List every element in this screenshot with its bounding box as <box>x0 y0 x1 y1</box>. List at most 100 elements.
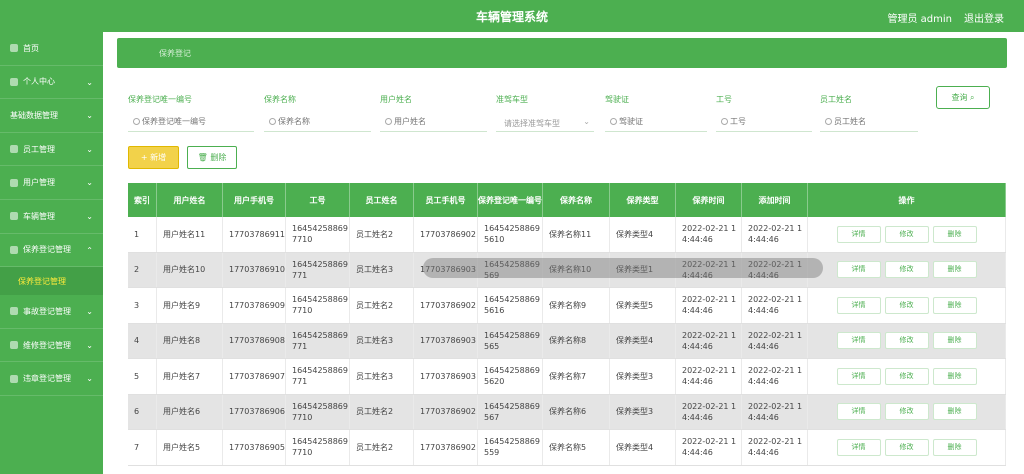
sidebar-item-accidents[interactable]: 事故登记管理 ⌄ <box>0 295 103 329</box>
add-label: 新增 <box>150 153 167 162</box>
add-button[interactable]: + 新增 <box>128 146 179 169</box>
employee-name-input[interactable] <box>820 112 918 132</box>
cell-created-time: 2022-02-21 14:44:46 <box>742 394 808 429</box>
cell-employee-name: 员工姓名2 <box>350 288 414 323</box>
admin-label: 管理员 admin <box>887 14 952 25</box>
cell-user-name: 用户姓名6 <box>157 394 223 429</box>
sidebar-subitem-maintenance-manage[interactable]: 保养登记管理 <box>0 267 103 296</box>
cell-index: 7 <box>128 430 157 465</box>
detail-button[interactable]: 详情 <box>836 296 881 314</box>
cell-index: 1 <box>128 217 157 252</box>
header-user-phone: 用户手机号 <box>223 183 286 217</box>
cell-maintenance-time: 2022-02-21 14:44:46 <box>676 430 742 465</box>
delete-button[interactable]: 删除 <box>932 332 977 350</box>
sidebar-item-label: 首页 <box>23 43 39 53</box>
cell-created-time: 2022-02-21 14:44:46 <box>742 288 808 323</box>
cell-created-time: 2022-02-21 14:44:46 <box>742 430 808 465</box>
query-button[interactable]: 查询 ⌕ <box>936 86 990 109</box>
delete-button[interactable]: 删除 <box>932 261 977 279</box>
detail-button[interactable]: 详情 <box>836 261 881 279</box>
plus-icon: + <box>140 153 148 162</box>
chevron-down-icon: ⌄ <box>86 77 93 87</box>
delete-button[interactable]: 删除 <box>932 403 977 421</box>
chevron-down-icon: ⌄ <box>86 111 93 121</box>
sidebar-item-vehicles[interactable]: 车辆管理 ⌄ <box>0 200 103 234</box>
detail-button[interactable]: 详情 <box>836 438 881 456</box>
cell-maintenance-time: 2022-02-21 14:44:46 <box>676 288 742 323</box>
sidebar-item-label: 车辆管理 <box>23 211 55 221</box>
edit-button[interactable]: 修改 <box>884 261 929 279</box>
chevron-down-icon: ⌄ <box>86 340 93 350</box>
breadcrumb: 保养登记 <box>117 38 1007 68</box>
sidebar-item-label: 用户管理 <box>23 178 55 188</box>
sidebar-item-maintenance[interactable]: 保养登记管理 ⌃ <box>0 234 103 268</box>
sidebar-item-label: 员工管理 <box>23 144 55 154</box>
header-index: 索引 <box>128 183 157 217</box>
detail-button[interactable]: 详情 <box>836 332 881 350</box>
vehicle-type-select[interactable]: 请选择准驾车型 ⌄ <box>496 112 594 132</box>
edit-button[interactable]: 修改 <box>884 367 929 385</box>
delete-button[interactable]: 删除 <box>932 367 977 385</box>
row-actions: 详情 修改 删除 <box>808 359 1006 394</box>
table-body: 1 用户姓名11 17703786911 164542588697710 员工姓名2 17… <box>128 217 1006 466</box>
sidebar-item-users[interactable]: 用户管理 ⌄ <box>0 166 103 200</box>
flag-icon <box>10 374 18 383</box>
chevron-down-icon: ⌄ <box>86 178 93 188</box>
user-name-input[interactable] <box>380 112 487 132</box>
sidebar-item-profile[interactable]: 个人中心 ⌄ <box>0 66 103 100</box>
edit-button[interactable]: 修改 <box>884 296 929 314</box>
logout-link[interactable]: 退出登录 <box>964 10 1004 25</box>
cell-employee-name: 员工姓名3 <box>350 359 414 394</box>
cell-employee-name: 员工姓名2 <box>350 217 414 252</box>
sidebar-item-employees[interactable]: 员工管理 ⌄ <box>0 133 103 167</box>
license-input[interactable] <box>605 112 707 132</box>
delete-button[interactable]: 删除 <box>932 225 977 243</box>
filter-label-job-no: 工号 <box>716 95 732 104</box>
maintenance-name-input[interactable] <box>264 112 371 132</box>
detail-button[interactable]: 详情 <box>836 403 881 421</box>
data-table: 索引 用户姓名 用户手机号 工号 员工姓名 员工手机号 保养登记唯一编号 保养名… <box>128 183 1006 474</box>
row-actions: 详情 修改 删除 <box>808 323 1006 358</box>
cell-maintenance-time: 2022-02-21 14:44:46 <box>676 323 742 358</box>
cell-user-phone: 17703786906 <box>223 394 286 429</box>
cell-employee-phone: 17703786902 <box>414 430 478 465</box>
cell-employee-phone: 17703786903 <box>414 359 478 394</box>
cell-index: 3 <box>128 288 157 323</box>
table-header: 索引 用户姓名 用户手机号 工号 员工姓名 员工手机号 保养登记唯一编号 保养名… <box>128 183 1006 217</box>
cell-user-name: 用户姓名7 <box>157 359 223 394</box>
detail-button[interactable]: 详情 <box>836 225 881 243</box>
cell-user-phone: 17703786907 <box>223 359 286 394</box>
sidebar-item-repairs[interactable]: 维修登记管理 ⌄ <box>0 329 103 363</box>
header-maintenance-time: 保养时间 <box>676 183 742 217</box>
edit-button[interactable]: 修改 <box>884 438 929 456</box>
cell-created-time: 2022-02-21 14:44:46 <box>742 359 808 394</box>
header-maintenance-name: 保养名称 <box>543 183 610 217</box>
cell-user-phone: 17703786911 <box>223 217 286 252</box>
cell-code: 16454258869567 <box>478 394 543 429</box>
detail-button[interactable]: 详情 <box>836 367 881 385</box>
edit-button[interactable]: 修改 <box>884 403 929 421</box>
code-input[interactable] <box>128 112 254 132</box>
sidebar-item-home[interactable]: 首页 <box>0 32 103 66</box>
header-employee-name: 员工姓名 <box>350 183 414 217</box>
edit-button[interactable]: 修改 <box>884 332 929 350</box>
cell-maintenance-type: 保养类型4 <box>610 430 676 465</box>
cell-user-name: 用户姓名10 <box>157 252 223 287</box>
row-actions: 详情 修改 删除 <box>808 217 1006 252</box>
cell-maintenance-type: 保养类型3 <box>610 394 676 429</box>
filter-label-license: 驾驶证 <box>605 95 629 104</box>
cell-employee-name: 员工姓名3 <box>350 252 414 287</box>
header-maintenance-type: 保养类型 <box>610 183 676 217</box>
delete-button[interactable]: 删除 <box>932 296 977 314</box>
cell-index: 2 <box>128 252 157 287</box>
delete-button[interactable]: 🗑 删除 <box>187 146 237 169</box>
delete-button[interactable]: 删除 <box>932 438 977 456</box>
edit-button[interactable]: 修改 <box>884 225 929 243</box>
row-actions: 详情 修改 删除 <box>808 394 1006 429</box>
query-label: 查询 <box>951 93 968 102</box>
job-number-input[interactable] <box>716 112 812 132</box>
sidebar-item-basic-data[interactable]: 基础数据管理 ⌄ <box>0 99 103 133</box>
sidebar-item-violations[interactable]: 违章登记管理 ⌄ <box>0 362 103 396</box>
cell-employee-name: 员工姓名2 <box>350 394 414 429</box>
cell-user-name: 用户姓名9 <box>157 288 223 323</box>
